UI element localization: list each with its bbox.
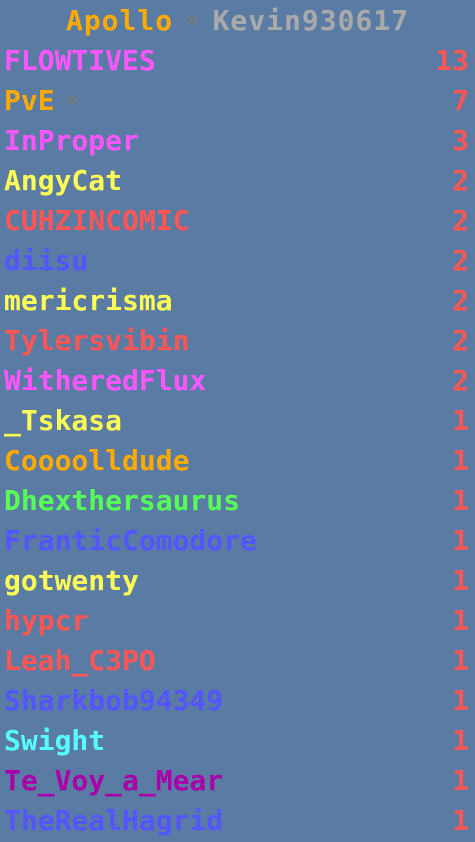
row-name: Coooolldude [4,443,190,477]
score-row: Sharkbob94349 1 [0,680,475,720]
row-score: 1 [452,483,469,517]
score-row: InProper 3 [0,120,475,160]
server-name: Apollo [65,3,174,37]
row-name: AngyCat [4,163,123,197]
row-score: 1 [452,563,469,597]
row-name: Swight [4,723,106,757]
row-name: Dhexthersaurus [4,483,241,517]
score-row: gotwenty 1 [0,560,475,600]
row-name: Leah_C3PO [4,643,156,677]
score-row: _Tskasa 1 [0,400,475,440]
row-name: mericrisma [4,283,173,317]
row-score: 1 [452,763,469,797]
row-score: 2 [452,283,469,317]
score-row: Swight 1 [0,720,475,760]
score-row: WitheredFlux 2 [0,360,475,400]
row-score: 7 [452,83,469,117]
row-score: 1 [452,523,469,557]
row-name: Sharkbob94349 [4,683,224,717]
row-score: 1 [452,643,469,677]
separator-icon: » [185,6,201,34]
row-name: hypcr [4,603,89,637]
row-score: 2 [452,243,469,277]
row-name: Tylersvibin [4,323,190,357]
row-score: 1 [452,603,469,637]
row-name: Te_Voy_a_Mear [4,763,224,797]
score-row: TheRealHagrid 1 [0,800,475,840]
player-name: Kevin930617 [212,3,410,37]
score-row: Coooolldude 1 [0,440,475,480]
score-row: FLOWTIVES 13 [0,40,475,80]
row-name: FranticComodore [4,523,257,557]
score-row: Leah_C3PO 1 [0,640,475,680]
score-row: FranticComodore 1 [0,520,475,560]
score-row: PvE » 7 [0,80,475,120]
score-row: Te_Voy_a_Mear 1 [0,760,475,800]
scoreboard: Apollo » Kevin930617 FLOWTIVES 13 PvE » … [0,0,475,842]
score-row: diisu 2 [0,240,475,280]
row-score: 2 [452,203,469,237]
score-row: hypcr 1 [0,600,475,640]
score-row: Tylersvibin 2 [0,320,475,360]
row-arrow-icon: » [64,87,78,113]
row-name: FLOWTIVES [4,43,156,77]
row-score: 1 [452,403,469,437]
row-score: 13 [435,43,469,77]
score-row: mericrisma 2 [0,280,475,320]
row-score: 3 [452,123,469,157]
row-name: InProper [4,123,139,157]
row-name: diisu [4,243,89,277]
row-name: TheRealHagrid [4,803,224,837]
row-score: 1 [452,803,469,837]
score-row: AngyCat 2 [0,160,475,200]
row-score: 1 [452,683,469,717]
row-name: WitheredFlux [4,363,207,397]
score-row: Dhexthersaurus 1 [0,480,475,520]
scoreboard-header: Apollo » Kevin930617 [0,0,475,40]
row-score: 2 [452,323,469,357]
row-score: 1 [452,443,469,477]
row-score: 2 [452,163,469,197]
row-score: 2 [452,363,469,397]
row-name: CUHZINCOMIC [4,203,190,237]
row-score: 1 [452,723,469,757]
row-name: _Tskasa [4,403,123,437]
score-row: CUHZINCOMIC 2 [0,200,475,240]
row-name: PvE [4,83,55,117]
row-name: gotwenty [4,563,139,597]
